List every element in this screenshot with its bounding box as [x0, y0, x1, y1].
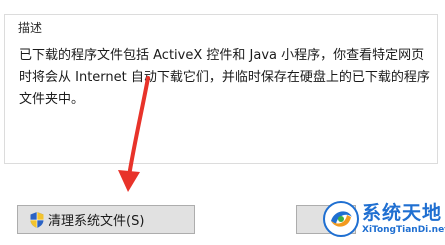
- watermark-logo-icon: [323, 201, 359, 237]
- description-text: 已下载的程序文件包括 ActiveX 控件和 Java 小程序，你查看特定网页时…: [19, 48, 430, 107]
- watermark-title: 系统天地: [362, 202, 443, 224]
- watermark: 系统天地 XiTongTianDi.net: [318, 196, 445, 242]
- watermark-url: XiTongTianDi.net: [362, 225, 445, 235]
- clean-system-files-button[interactable]: 清理系统文件(S): [17, 205, 195, 234]
- description-group: 描述 已下载的程序文件包括 ActiveX 控件和 Java 小程序，你查看特定…: [4, 14, 438, 164]
- uac-shield-icon: [30, 212, 44, 228]
- description-group-title: 描述: [15, 20, 46, 36]
- disk-cleanup-panel: 描述 已下载的程序文件包括 ActiveX 控件和 Java 小程序，你查看特定…: [0, 0, 445, 245]
- clean-system-files-label: 清理系统文件(S): [48, 214, 145, 229]
